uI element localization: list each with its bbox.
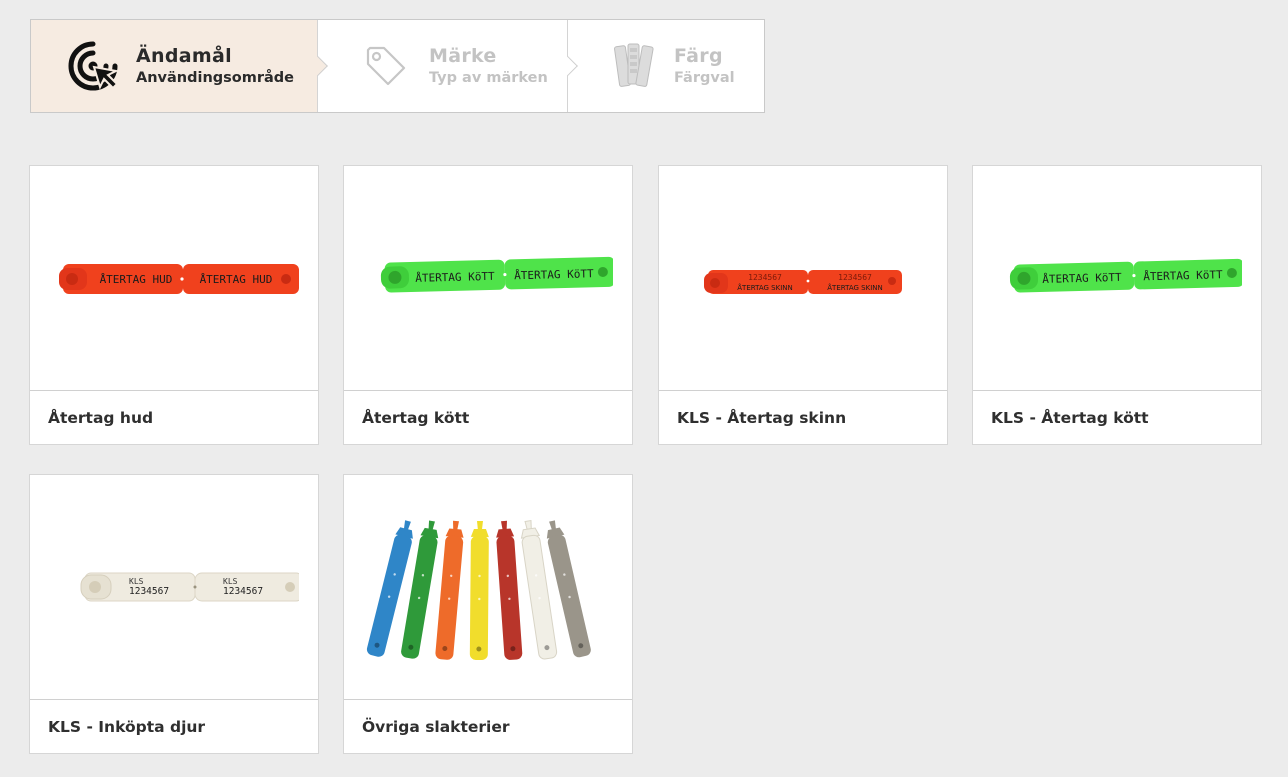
product-name: KLS - Återtag skinn <box>677 409 847 427</box>
ear-tag-image: 1234567 ÅTERTAG SKINN 1234567 ÅTERTAG SK… <box>704 270 902 294</box>
tag-number: 1234567 <box>223 586 263 597</box>
product-card[interactable]: ÅTERTAG HUD ÅTERTAG HUD Återtag hud <box>29 165 319 445</box>
tag-print: ÅTERTAG SKINN <box>737 283 792 292</box>
ear-tag-image: ÅTERTAG HUD ÅTERTAG HUD <box>59 264 299 294</box>
strap-tag <box>496 520 523 660</box>
step-subtitle: Användingsområde <box>136 69 295 86</box>
product-card[interactable]: Övriga slakterier <box>343 474 633 754</box>
step-title: Ändamål <box>136 44 232 67</box>
ear-tag-image: KLS 1234567 KLS 1234567 <box>80 572 299 602</box>
tag-print: ÅTERTAG KöTT <box>1042 271 1122 286</box>
step-navigation: Ändamål Användingsområde Märke Typ av mä… <box>30 19 765 113</box>
product-name: Återtag kött <box>362 409 470 427</box>
product-image: ÅTERTAG HUD ÅTERTAG HUD <box>30 166 318 391</box>
step-brand[interactable]: Märke Typ av märken <box>317 20 578 112</box>
strap-tag <box>469 520 489 661</box>
tag-print: ÅTERTAG KöTT <box>514 267 594 282</box>
target-cursor-icon <box>67 40 119 92</box>
tag-print: ÅTERTAG HUD <box>200 273 273 286</box>
product-card[interactable]: ÅTERTAG KöTT ÅTERTAG KöTT KLS - Återtag … <box>972 165 1262 445</box>
ear-tag-image: ÅTERTAG KöTT ÅTERTAG KöTT <box>1009 258 1242 293</box>
product-card[interactable]: KLS 1234567 KLS 1234567 KLS - Inköpta dj… <box>29 474 319 754</box>
step-purpose[interactable]: Ändamål Användingsområde <box>31 20 328 112</box>
tag-print: ÅTERTAG SKINN <box>827 283 882 292</box>
product-image <box>344 475 632 700</box>
tag-number: 1234567 <box>748 273 782 282</box>
product-name: KLS - Inköpta djur <box>48 718 206 736</box>
product-image: ÅTERTAG KöTT ÅTERTAG KöTT <box>344 166 632 391</box>
step-title: Färg <box>674 44 723 67</box>
product-name: KLS - Återtag kött <box>991 409 1149 427</box>
step-subtitle: Färgval <box>674 69 735 86</box>
product-card[interactable]: 1234567 ÅTERTAG SKINN 1234567 ÅTERTAG SK… <box>658 165 948 445</box>
tag-prefix: KLS <box>223 577 238 586</box>
step-subtitle: Typ av märken <box>429 69 548 86</box>
product-card[interactable]: ÅTERTAG KöTT ÅTERTAG KöTT Återtag kött <box>343 165 633 445</box>
tag-print: ÅTERTAG KöTT <box>415 270 495 285</box>
product-image: KLS 1234567 KLS 1234567 <box>30 475 318 700</box>
product-name: Övriga slakterier <box>362 718 510 736</box>
strap-tag <box>435 520 464 660</box>
step-title: Märke <box>429 44 497 67</box>
step-color[interactable]: Färg Färgval <box>567 20 764 112</box>
color-swatch-icon <box>610 40 662 92</box>
tag-number: 1234567 <box>129 586 169 597</box>
ear-tag-image: ÅTERTAG KöTT ÅTERTAG KöTT <box>380 256 613 293</box>
tag-prefix: KLS <box>129 577 144 586</box>
tag-icon <box>360 40 412 92</box>
product-image: ÅTERTAG KöTT ÅTERTAG KöTT <box>973 166 1261 391</box>
tag-number: 1234567 <box>838 273 872 282</box>
tag-print: ÅTERTAG KöTT <box>1143 268 1223 283</box>
tag-print: ÅTERTAG HUD <box>100 273 173 286</box>
product-image: 1234567 ÅTERTAG SKINN 1234567 ÅTERTAG SK… <box>659 166 947 391</box>
strap-tags-image <box>366 519 591 661</box>
product-name: Återtag hud <box>48 409 154 427</box>
